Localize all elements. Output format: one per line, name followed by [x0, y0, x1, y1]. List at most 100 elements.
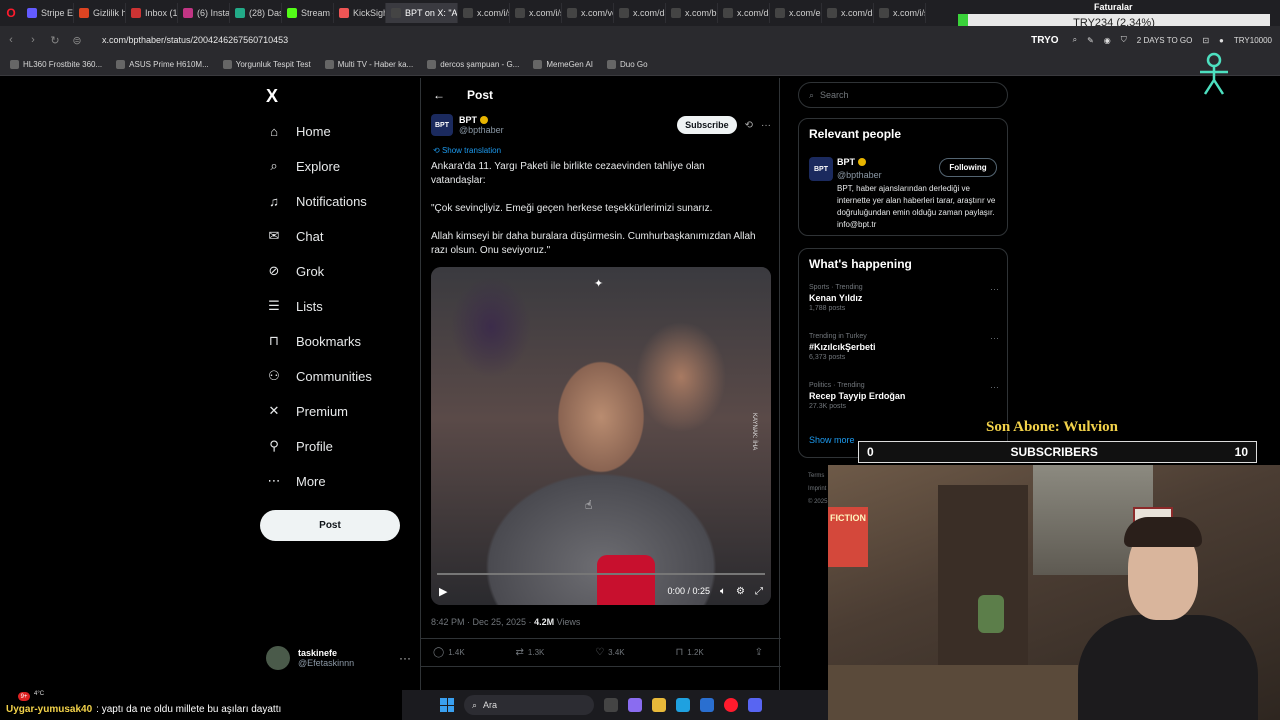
- views-label: Views: [554, 617, 581, 627]
- author-avatar[interactable]: BPT: [431, 114, 453, 136]
- windows-start-icon[interactable]: [440, 698, 454, 712]
- video-progress-bar[interactable]: [437, 573, 765, 575]
- more-dots-icon[interactable]: ···: [990, 333, 999, 343]
- relevant-avatar[interactable]: BPT: [809, 157, 833, 181]
- lock-icon[interactable]: ⊡: [1202, 36, 1209, 45]
- shield-icon[interactable]: ⛉: [1121, 35, 1127, 45]
- nav-item-notifications[interactable]: ♫ Notifications: [266, 193, 367, 209]
- bookmark-item[interactable]: Multi TV - Haber ka...: [324, 60, 413, 69]
- opera-logo-icon[interactable]: O: [0, 0, 22, 26]
- more-dots-icon[interactable]: ···: [761, 120, 771, 131]
- bookmark-item[interactable]: ASUS Prime H610M...: [116, 60, 209, 69]
- forward-icon[interactable]: ›: [22, 34, 44, 46]
- back-arrow-icon[interactable]: ←: [433, 88, 445, 102]
- show-more-link[interactable]: Show more: [809, 435, 855, 445]
- relevant-name[interactable]: BPT: [837, 157, 866, 167]
- nav-item-chat[interactable]: ✉ Chat: [266, 228, 324, 244]
- address-bar: ‹ › ↻ ⊜ x.com/bpthaber/status/2004246267…: [0, 26, 1280, 54]
- x-logo-icon[interactable]: X: [266, 86, 278, 107]
- back-icon[interactable]: ‹: [0, 34, 22, 46]
- browser-tab[interactable]: Stream -: [282, 3, 334, 23]
- browser-tab[interactable]: (28) Dash: [230, 3, 282, 23]
- bookmark-item[interactable]: HL360 Frostbite 360...: [10, 60, 102, 69]
- url-field[interactable]: x.com/bpthaber/status/200424626756071045…: [102, 35, 288, 45]
- bookmark-item[interactable]: Yorgunluk Tespit Test: [222, 60, 311, 69]
- bookmark-item[interactable]: MemeGen AI: [533, 60, 593, 69]
- trend-item[interactable]: Trending in Turkey #KızılcıkŞerbeti 6,373 …: [809, 333, 999, 361]
- discord-icon[interactable]: [748, 698, 762, 712]
- like-button[interactable]: ♡ 3.4K: [595, 647, 624, 658]
- nav-item-communities[interactable]: ⚇ Communities: [266, 368, 372, 384]
- video-frame: [431, 267, 771, 605]
- author-name[interactable]: BPT: [459, 115, 504, 125]
- nav-item-more[interactable]: ⋯ More: [266, 473, 326, 489]
- browser-tab[interactable]: x.com/bp: [666, 3, 718, 23]
- video-player[interactable]: KAYNAK: İHA ✦ ▶ 0:00 / 0:25 🔈︎ ⚙ ⤢: [431, 267, 771, 605]
- browser-tab[interactable]: x.com/ve: [562, 3, 614, 23]
- bookmark-item[interactable]: dercos şampuan - G...: [427, 60, 519, 69]
- grok-icon[interactable]: ⟲: [745, 120, 753, 131]
- edit-icon[interactable]: ✎: [1087, 36, 1094, 45]
- browser-tab[interactable]: x.com/es: [770, 3, 822, 23]
- edge-icon[interactable]: [676, 698, 690, 712]
- post-meta: 8:42 PM · Dec 25, 2025 · 4.2M Views: [431, 617, 580, 627]
- browser-tab[interactable]: x.com/da: [614, 3, 666, 23]
- browser-tab[interactable]: Gizlilik h: [74, 3, 126, 23]
- share-button[interactable]: ⇪: [755, 647, 763, 658]
- site-info-icon[interactable]: ⊜: [66, 34, 88, 47]
- relevant-handle[interactable]: @bpthaber: [837, 170, 882, 180]
- taskbar-search[interactable]: ⌕ Ara: [464, 695, 594, 715]
- more-dots-icon[interactable]: ···: [990, 284, 999, 294]
- file-explorer-icon[interactable]: [652, 698, 666, 712]
- reload-icon[interactable]: ↻: [44, 34, 66, 47]
- show-translation-link[interactable]: ⟲ Show translation: [433, 146, 501, 155]
- more-dots-icon[interactable]: ···: [399, 651, 411, 665]
- more-dots-icon[interactable]: ···: [990, 382, 999, 392]
- repost-button[interactable]: ⇄ 1.3K: [516, 647, 545, 658]
- nav-item-home[interactable]: ⌂ Home: [266, 123, 331, 139]
- trend-count: 6,373 posts: [809, 354, 846, 361]
- opera-icon[interactable]: [724, 698, 738, 712]
- browser-tab[interactable]: Stripe Ex: [22, 3, 74, 23]
- browser-tab[interactable]: x.com/i/s: [874, 3, 926, 23]
- search-input[interactable]: ⌕ Search: [798, 82, 1008, 108]
- account-switcher[interactable]: taskinefe @Efetaskinnn ···: [266, 646, 411, 670]
- browser-tab[interactable]: (6) Instag: [178, 3, 230, 23]
- volume-icon[interactable]: 🔈︎: [720, 586, 726, 597]
- browser-tab[interactable]: x.com/i/s: [458, 3, 510, 23]
- nav-item-explore[interactable]: ⌕ Explore: [266, 158, 340, 174]
- search-icon[interactable]: ⌕: [1073, 35, 1077, 45]
- bookmark-label: HL360 Frostbite 360...: [23, 60, 103, 69]
- nav-item-grok[interactable]: ⊘ Grok: [266, 263, 325, 279]
- browser-tab[interactable]: x.com/da: [822, 3, 874, 23]
- play-icon[interactable]: ▶: [439, 585, 447, 598]
- nav-item-lists[interactable]: ☰ Lists: [266, 298, 323, 314]
- browser-tab[interactable]: Inbox (1: [126, 3, 178, 23]
- copilot-icon[interactable]: [628, 698, 642, 712]
- sparkle-icon[interactable]: ✦: [594, 277, 603, 290]
- nav-item-premium[interactable]: ✕ Premium: [266, 403, 348, 419]
- nav-item-bookmarks[interactable]: ⊓ Bookmarks: [266, 333, 361, 349]
- reply-button[interactable]: ◯ 1.4K: [433, 647, 465, 658]
- author-handle[interactable]: @bpthaber: [459, 125, 504, 135]
- browser-tab[interactable]: BPT on X: "Anka: [386, 3, 458, 23]
- subscribe-button[interactable]: Subscribe: [677, 116, 737, 134]
- bookmark-item[interactable]: Duo Go: [607, 60, 648, 69]
- fullscreen-icon[interactable]: ⤢: [755, 586, 763, 597]
- following-button[interactable]: Following: [939, 158, 997, 177]
- camera-icon[interactable]: ◉: [1104, 36, 1111, 45]
- nav-item-profile[interactable]: ⚲ Profile: [266, 438, 333, 454]
- settings-gear-icon[interactable]: ⚙: [736, 586, 745, 597]
- taskview-icon[interactable]: [604, 698, 618, 712]
- post-timestamp: 8:42 PM · Dec 25, 2025 ·: [431, 617, 535, 627]
- browser-tab[interactable]: x.com/i/s: [510, 3, 562, 23]
- post-button[interactable]: Post: [260, 510, 400, 541]
- browser-tab[interactable]: KickSight: [334, 3, 386, 23]
- bookmark-button[interactable]: ⊓ 1.2K: [675, 647, 703, 658]
- trend-item[interactable]: Politics · Trending Recep Tayyip Erdoğan 2…: [809, 382, 999, 410]
- extension-icon[interactable]: ●: [1219, 36, 1224, 45]
- weather-widget[interactable]: 4°C: [34, 691, 44, 697]
- store-icon[interactable]: [700, 698, 714, 712]
- browser-tab[interactable]: x.com/da: [718, 3, 770, 23]
- trend-item[interactable]: Sports · Trending Kenan Yıldız 1,788 posts…: [809, 284, 999, 312]
